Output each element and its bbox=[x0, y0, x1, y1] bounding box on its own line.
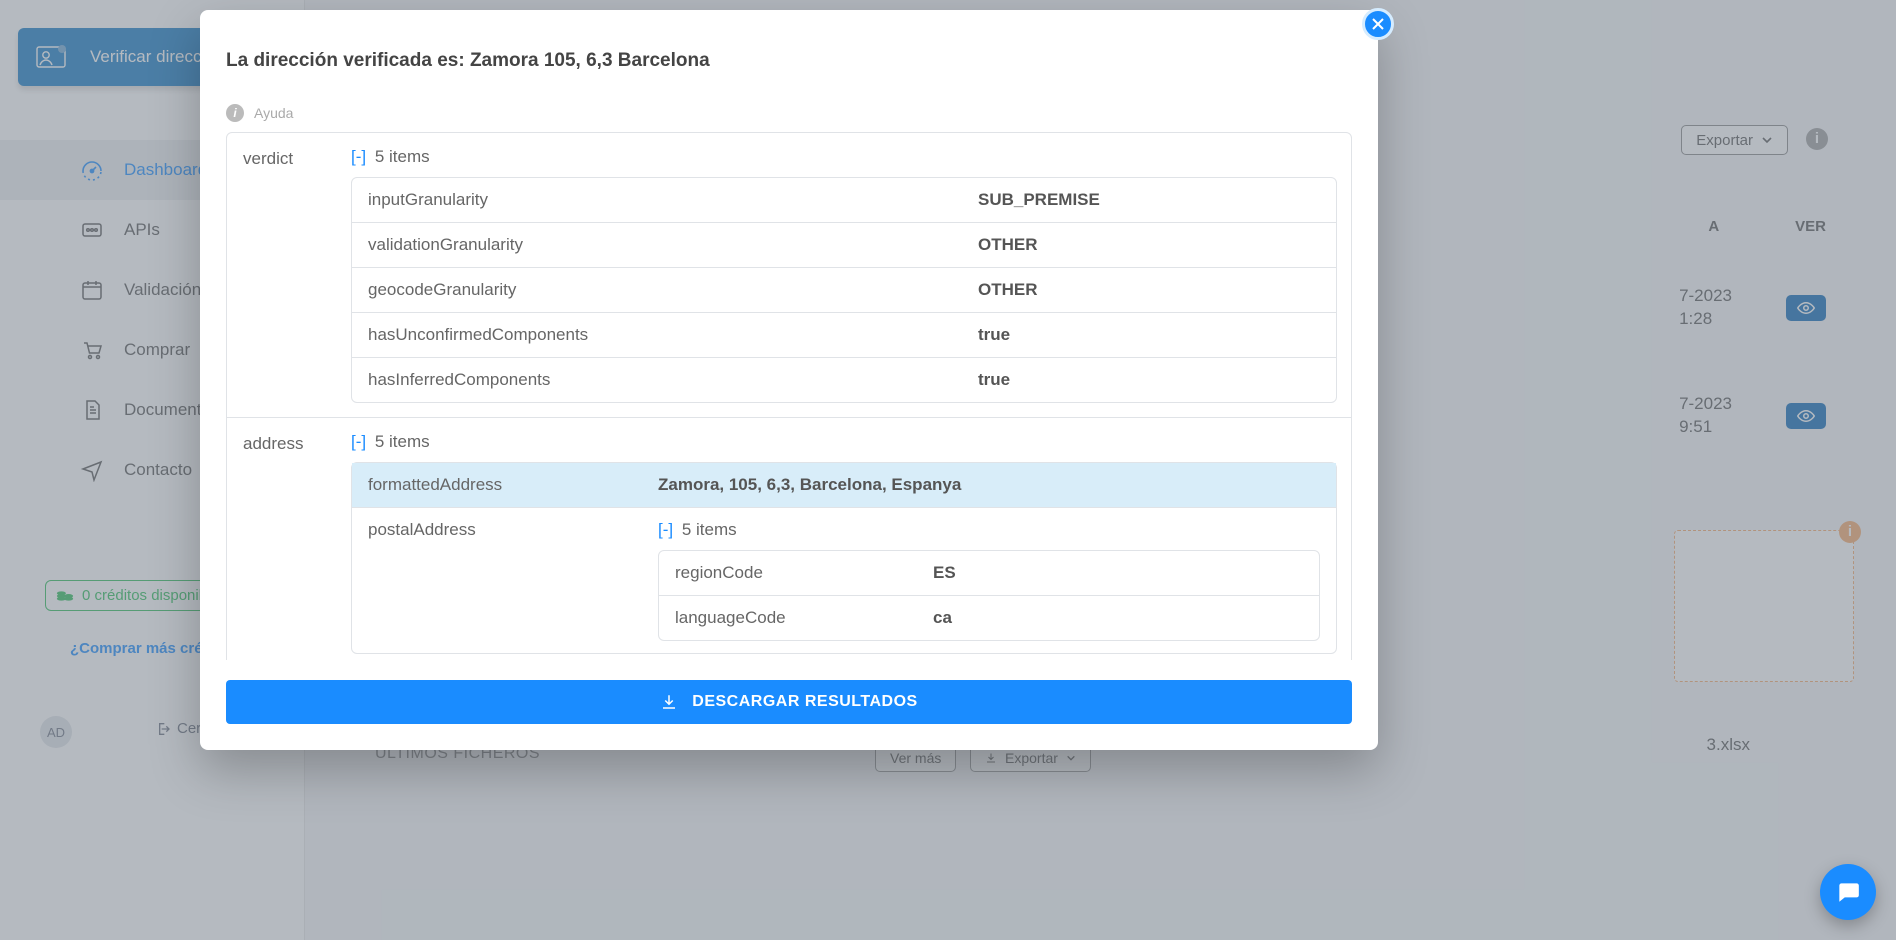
prop-value: ca bbox=[917, 595, 1319, 640]
info-icon: i bbox=[226, 104, 244, 122]
prop-key: postalAddress bbox=[352, 507, 642, 653]
collapse-toggle[interactable]: [-] bbox=[658, 520, 677, 539]
prop-value: true bbox=[962, 312, 1336, 357]
prop-key: languageCode bbox=[659, 595, 917, 640]
download-label: DESCARGAR RESULTADOS bbox=[692, 693, 917, 711]
modal-title: La dirección verificada es: Zamora 105, … bbox=[200, 10, 1378, 82]
prop-key: hasInferredComponents bbox=[352, 357, 962, 402]
prop-key: geocodeGranularity bbox=[352, 267, 962, 312]
verdict-table: inputGranularitySUB_PREMISE validationGr… bbox=[351, 177, 1337, 403]
address-table: formattedAddress Zamora, 105, 6,3, Barce… bbox=[351, 462, 1337, 654]
prop-value: ES bbox=[917, 551, 1319, 595]
chat-icon bbox=[1835, 879, 1861, 905]
download-icon bbox=[660, 693, 678, 711]
section-key: address bbox=[227, 417, 337, 660]
prop-value: true bbox=[962, 357, 1336, 402]
collapse-toggle[interactable]: [-] bbox=[351, 147, 370, 166]
items-count: 5 items bbox=[682, 520, 737, 539]
items-count: 5 items bbox=[375, 432, 430, 451]
help-link[interactable]: i Ayuda bbox=[200, 82, 1378, 132]
modal-overlay[interactable]: La dirección verificada es: Zamora 105, … bbox=[0, 0, 1896, 940]
postal-address-table: regionCodeES languageCodeca bbox=[658, 550, 1320, 641]
items-count: 5 items bbox=[375, 147, 430, 166]
prop-value: OTHER bbox=[962, 222, 1336, 267]
close-button[interactable] bbox=[1362, 8, 1394, 40]
verification-result-modal: La dirección verificada es: Zamora 105, … bbox=[200, 10, 1378, 750]
prop-value: OTHER bbox=[962, 267, 1336, 312]
collapse-toggle[interactable]: [-] bbox=[351, 432, 370, 451]
prop-key: inputGranularity bbox=[352, 178, 962, 222]
prop-key: formattedAddress bbox=[352, 463, 642, 507]
result-tree: verdict [-] 5 items inputGranularitySUB_… bbox=[226, 132, 1352, 660]
close-icon bbox=[1371, 17, 1385, 31]
prop-key: hasUnconfirmedComponents bbox=[352, 312, 962, 357]
prop-value: Zamora, 105, 6,3, Barcelona, Espanya bbox=[642, 463, 1336, 507]
section-key: verdict bbox=[227, 133, 337, 417]
prop-value: SUB_PREMISE bbox=[962, 178, 1336, 222]
result-scroll-area[interactable]: verdict [-] 5 items inputGranularitySUB_… bbox=[200, 132, 1378, 660]
help-label: Ayuda bbox=[254, 105, 293, 121]
prop-key: validationGranularity bbox=[352, 222, 962, 267]
download-results-button[interactable]: DESCARGAR RESULTADOS bbox=[226, 680, 1352, 724]
prop-key: regionCode bbox=[659, 551, 917, 595]
chat-fab[interactable] bbox=[1820, 864, 1876, 920]
